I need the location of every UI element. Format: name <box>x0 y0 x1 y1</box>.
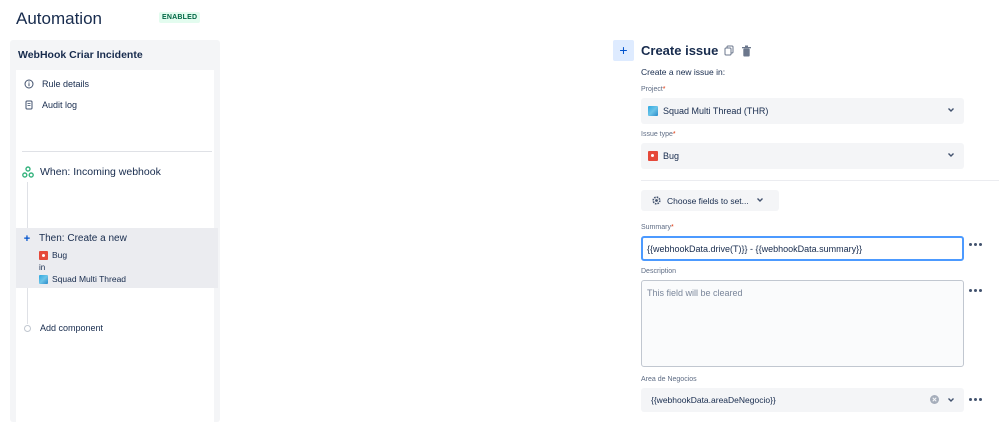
add-circle-icon <box>24 324 31 332</box>
area-more-button[interactable] <box>969 398 982 401</box>
bug-icon <box>648 151 658 161</box>
sidebar-item-label: Audit log <box>42 100 78 110</box>
info-icon <box>24 79 34 89</box>
action-create-issue[interactable]: + Then: Create a new Bug in Squad Multi … <box>16 228 218 288</box>
summary-label-text: Summary <box>641 224 671 231</box>
flow-connector-line <box>27 182 28 228</box>
rule-name: WebHook Criar Incidente <box>18 49 143 61</box>
project-select[interactable]: Squad Multi Thread (THR) <box>641 98 964 124</box>
action-connector: in <box>39 263 46 272</box>
log-icon <box>24 100 34 110</box>
status-badge: ENABLED <box>159 12 201 23</box>
rule-components-panel: Rule details Audit log When: Incoming we… <box>16 70 218 422</box>
required-mark: * <box>670 224 674 231</box>
plus-icon: + <box>23 232 31 245</box>
trigger-label: When: Incoming webhook <box>40 166 161 178</box>
flow-connector-line <box>27 288 28 324</box>
action-issue-type: Bug <box>39 250 67 260</box>
page-header: Automation <box>16 8 102 30</box>
panel-subtitle: Create a new issue in: <box>641 67 726 77</box>
add-component-label: Add component <box>40 323 104 333</box>
sidebar-item-audit-log[interactable]: Audit log <box>24 98 77 112</box>
issue-type-select-value: Bug <box>663 151 680 161</box>
action-title-row: + Then: Create a new <box>22 233 127 244</box>
section-divider <box>641 180 999 181</box>
trigger-incoming-webhook[interactable]: When: Incoming webhook <box>22 166 161 178</box>
webhook-icon <box>22 166 34 178</box>
bug-icon <box>39 250 48 260</box>
issue-type-select[interactable]: Bug <box>641 143 964 169</box>
rule-sidebar: WebHook Criar Incidente Rule details Aud… <box>10 40 220 422</box>
summary-more-button[interactable] <box>969 243 982 246</box>
choose-fields-label: Choose fields to set... <box>667 195 749 206</box>
project-icon <box>39 274 48 284</box>
add-component-button[interactable]: Add component <box>24 323 103 333</box>
chevron-down-icon <box>947 106 955 116</box>
description-more-button[interactable] <box>969 289 982 292</box>
action-issue-type-label: Bug <box>52 250 68 260</box>
summary-input-value: {{webhookData.drive(T)}} - {{webhookData… <box>647 243 863 254</box>
project-select-value: Squad Multi Thread (THR) <box>663 106 769 116</box>
area-select-value: {{webhookData.areaDeNegocio}} <box>651 395 776 405</box>
description-field-label: Description <box>641 268 677 275</box>
panel-title: Create issue <box>641 43 719 58</box>
clear-icon[interactable] <box>930 395 939 404</box>
project-icon <box>648 106 658 116</box>
project-field-label: Project* <box>641 86 666 93</box>
issue-type-field-label: Issue type* <box>641 131 676 138</box>
plus-icon: + <box>613 40 634 61</box>
area-negocios-select[interactable]: {{webhookData.areaDeNegocio}} <box>641 388 964 412</box>
chevron-down-icon <box>947 151 955 161</box>
area-field-label: Area de Negocios <box>641 376 697 383</box>
action-project: Squad Multi Thread <box>39 274 126 284</box>
project-label-text: Project <box>641 86 663 93</box>
required-mark: * <box>662 86 666 93</box>
trash-icon[interactable] <box>741 45 752 57</box>
sidebar-item-rule-details[interactable]: Rule details <box>24 77 89 91</box>
chevron-down-icon <box>756 196 764 206</box>
summary-field-label: Summary* <box>641 224 674 231</box>
sidebar-item-label: Rule details <box>42 79 90 89</box>
copy-icon[interactable] <box>724 45 735 57</box>
panel-title-row: Create issue <box>641 43 752 58</box>
sidebar-divider <box>22 151 212 152</box>
choose-fields-button[interactable]: Choose fields to set... <box>641 190 779 211</box>
action-project-label: Squad Multi Thread <box>52 274 127 284</box>
chevron-down-icon <box>947 396 955 406</box>
summary-input[interactable]: {{webhookData.drive(T)}} - {{webhookData… <box>641 236 964 261</box>
issue-type-label-text: Issue type <box>641 131 673 138</box>
description-placeholder: This field will be cleared <box>647 288 743 298</box>
gear-icon <box>651 195 662 206</box>
required-mark: * <box>672 131 676 138</box>
page-title: Automation <box>16 9 102 28</box>
action-title: Then: Create a new <box>39 233 127 244</box>
description-textarea[interactable]: This field will be cleared <box>641 280 964 367</box>
